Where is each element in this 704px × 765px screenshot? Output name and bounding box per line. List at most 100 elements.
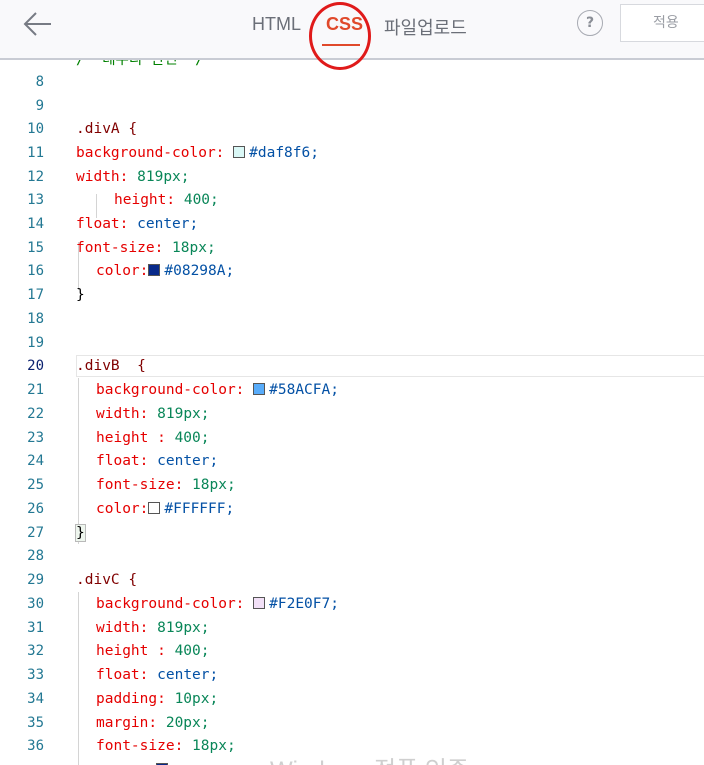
css-value: 400;	[174, 430, 210, 446]
line-number: 11	[27, 145, 44, 161]
css-value: 819px;	[157, 620, 210, 636]
css-value: #daf8f6;	[249, 145, 319, 161]
css-selector: .divC {	[76, 572, 138, 588]
code-line: 13 height: 400;	[0, 188, 704, 212]
code-line: 10 .divA {	[0, 117, 704, 141]
line-number: 23	[27, 430, 44, 446]
tab-file-upload[interactable]: 파일업로드	[384, 14, 467, 40]
css-property: margin:	[96, 715, 158, 731]
line-number: 26	[27, 501, 44, 517]
css-property: float:	[96, 453, 149, 469]
css-property: background-color:	[96, 382, 245, 398]
line-number: 22	[27, 406, 44, 422]
code-line: 25 font-size: 18px;	[0, 473, 704, 497]
css-selector: .divB {	[76, 358, 146, 374]
code-line-current: 20 .divB {	[0, 354, 704, 378]
color-swatch[interactable]	[148, 264, 161, 276]
line-number: 10	[27, 121, 44, 137]
css-value: #FFFFFF;	[164, 501, 235, 517]
help-button[interactable]: ?	[577, 10, 603, 36]
css-value: center;	[137, 216, 199, 232]
line-number: 12	[27, 169, 44, 185]
windows-activation-watermark: Windows 정품 인증	[270, 750, 469, 765]
code-line: 23 height : 400;	[0, 426, 704, 450]
css-value: 18px;	[172, 240, 216, 256]
color-swatch[interactable]	[253, 597, 266, 609]
css-value: 819px;	[157, 406, 210, 422]
css-property: font-size:	[76, 240, 164, 256]
code-line: 29 .divC {	[0, 568, 704, 592]
editor-header: HTML CSS 파일업로드 ? 적용	[0, 0, 704, 70]
color-swatch[interactable]	[148, 502, 161, 514]
line-number: 32	[27, 643, 44, 659]
line-number: 15	[27, 240, 44, 256]
css-property: width:	[96, 620, 149, 636]
line-number: 14	[27, 216, 44, 232]
code-line: 30 background-color: #F2E0F7;	[0, 592, 704, 616]
css-value: 400;	[174, 643, 210, 659]
css-value: #F2E0F7;	[269, 596, 339, 612]
line-number: 16	[27, 263, 44, 279]
css-value: center;	[157, 667, 219, 683]
tab-html[interactable]: HTML	[252, 14, 301, 35]
apply-button[interactable]: 적용	[620, 4, 704, 42]
line-number: 36	[27, 738, 44, 754]
line-number: 24	[27, 453, 44, 469]
code-line: 27 }	[0, 521, 704, 545]
line-number: 29	[27, 572, 44, 588]
css-property: padding:	[96, 691, 166, 707]
line-number: 30	[27, 596, 44, 612]
css-property: color:	[96, 501, 149, 517]
css-value: #58ACFA;	[269, 382, 339, 398]
back-button[interactable]	[18, 8, 58, 40]
code-line: 12 width: 819px;	[0, 165, 704, 189]
css-property: height :	[96, 643, 166, 659]
closing-brace: }	[76, 287, 85, 303]
line-number: 17	[27, 287, 44, 303]
code-editor[interactable]: /* 테두리 관련 */ 8 9 10 .divA { 11 backgroun…	[0, 60, 704, 765]
line-number: 19	[27, 335, 44, 351]
css-property: font-size:	[96, 738, 184, 754]
code-line: 19	[0, 331, 704, 355]
code-line: 17 }	[0, 283, 704, 307]
code-line: 32 height : 400;	[0, 639, 704, 663]
css-value: center;	[157, 453, 219, 469]
line-number: 18	[27, 311, 44, 327]
code-line: 9	[0, 94, 704, 118]
code-line: 11 background-color: #daf8f6;	[0, 141, 704, 165]
color-swatch[interactable]	[253, 383, 266, 395]
css-value: 400;	[183, 192, 219, 208]
line-number: 8	[35, 74, 44, 90]
line-number: 28	[27, 548, 44, 564]
code-line: 18	[0, 307, 704, 331]
code-line: 21 background-color: #58ACFA;	[0, 378, 704, 402]
line-number: 13	[27, 192, 44, 208]
css-value: #08298A;	[164, 263, 235, 279]
css-value: 10px;	[174, 691, 219, 707]
css-property: background-color:	[96, 596, 245, 612]
css-property: font-size:	[96, 477, 184, 493]
code-line: 14 float: center;	[0, 212, 704, 236]
css-property: background-color:	[76, 145, 225, 161]
line-number: 33	[27, 667, 44, 683]
line-number: 21	[27, 382, 44, 398]
css-property: width:	[76, 169, 129, 185]
css-selector: .divA {	[76, 121, 138, 137]
arrow-left-icon	[23, 12, 51, 36]
css-property: height:	[114, 192, 176, 208]
line-number: 25	[27, 477, 44, 493]
line-number: 35	[27, 715, 44, 731]
css-property: color:	[96, 263, 149, 279]
css-property: float:	[96, 667, 149, 683]
code-line: 26 color: #FFFFFF;	[0, 497, 704, 521]
code-line: 8	[0, 70, 704, 94]
line-number: 34	[27, 691, 44, 707]
line-number: 9	[35, 98, 44, 114]
matched-closing-brace: }	[75, 524, 86, 542]
line-number: 20	[27, 358, 44, 374]
color-swatch[interactable]	[233, 146, 246, 158]
css-value: 18px;	[192, 477, 236, 493]
code-line: 34 padding: 10px;	[0, 687, 704, 711]
css-property: height :	[96, 430, 166, 446]
code-line: 28	[0, 544, 704, 568]
